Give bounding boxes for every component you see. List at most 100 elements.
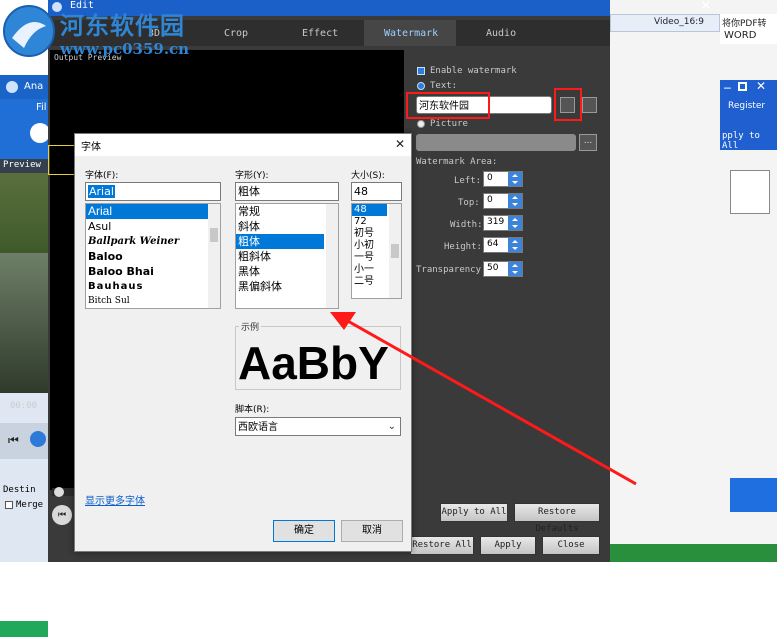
restore-all-button[interactable]: Restore All xyxy=(410,536,474,555)
style-list-item[interactable]: 黑偏斜体 xyxy=(236,279,338,294)
right-app-word-text: WORD xyxy=(724,30,757,41)
font-list-item[interactable]: Ballpark Weiner xyxy=(86,234,220,249)
cancel-button[interactable]: 取消 xyxy=(341,520,403,542)
left-app-rewind-icon[interactable]: ⏮ xyxy=(8,433,19,448)
size-list-scroll-thumb[interactable] xyxy=(391,244,399,258)
picture-radio[interactable] xyxy=(417,120,425,128)
right-app-minimize-icon[interactable]: ─ xyxy=(724,82,731,95)
width-field-spinner[interactable]: 319 xyxy=(483,215,523,231)
right-app-side-box xyxy=(730,170,770,214)
right-app-apply-all[interactable]: pply to All xyxy=(722,131,777,151)
left-field-spinner[interactable]: 0 xyxy=(483,171,523,187)
font-list-item[interactable]: Baloo Bhai xyxy=(86,264,220,279)
left-app-file-menu[interactable]: Fil xyxy=(36,102,47,113)
font-button-highlight xyxy=(554,88,582,121)
ok-button[interactable]: 确定 xyxy=(273,520,335,542)
style-list-item[interactable]: 粗体 xyxy=(236,234,324,249)
right-app-pdf-text: 将你PDF转 xyxy=(722,19,767,29)
watermark-text-highlight xyxy=(406,92,490,119)
font-list-scrollbar[interactable] xyxy=(208,204,220,308)
site-logo-icon xyxy=(3,5,55,57)
style-input[interactable]: 粗体 xyxy=(235,182,339,201)
transparency-field-spinner[interactable]: 50 xyxy=(483,261,523,277)
sample-label: 示例 xyxy=(239,320,262,333)
enable-watermark-checkbox[interactable] xyxy=(417,67,425,75)
site-logo-name: 河东软件园 xyxy=(60,12,185,40)
left-app-logo-icon xyxy=(6,81,18,93)
tab-audio[interactable]: Audio xyxy=(486,28,516,39)
style-list[interactable]: 常规 斜体 粗体 粗斜体 黑体 黑偏斜体 xyxy=(235,203,339,309)
tab-crop[interactable]: Crop xyxy=(224,28,248,39)
size-input[interactable]: 48 xyxy=(351,182,402,201)
height-field-label: Height: xyxy=(444,242,482,252)
playback-rewind-icon[interactable]: ⏮ xyxy=(52,505,72,525)
watermark-area-label: Watermark Area: xyxy=(416,157,498,167)
style-list-item[interactable]: 黑体 xyxy=(236,264,338,279)
font-dialog-title: 字体 xyxy=(81,142,101,153)
tab-watermark[interactable]: Watermark xyxy=(384,28,438,39)
more-fonts-link[interactable]: 显示更多字体 xyxy=(85,492,145,507)
slider-handle-icon[interactable] xyxy=(54,487,64,497)
left-field-label: Left: xyxy=(454,176,482,186)
picture-radio-label: Picture xyxy=(430,119,468,129)
font-input-value: Arial xyxy=(88,185,115,198)
left-app-preview-image xyxy=(0,173,48,253)
height-field-spinner[interactable]: 64 xyxy=(483,237,523,253)
style-label: 字形(Y): xyxy=(235,171,269,181)
size-list-item[interactable]: 48 xyxy=(352,204,387,216)
font-list-item[interactable]: Asul xyxy=(86,219,220,234)
font-list[interactable]: Arial Asul Ballpark Weiner Baloo Baloo B… xyxy=(85,203,221,309)
right-app-blue-button[interactable] xyxy=(730,478,777,512)
close-button[interactable]: Close xyxy=(542,536,600,555)
top-field-spinner[interactable]: 0 xyxy=(483,193,523,209)
left-app-play-icon[interactable] xyxy=(30,431,46,447)
font-dialog-close-icon[interactable]: ✕ xyxy=(395,137,405,151)
text-radio[interactable] xyxy=(417,82,425,90)
font-label: 字体(F): xyxy=(85,171,119,181)
font-input[interactable]: Arial xyxy=(85,182,221,201)
left-field-value: 0 xyxy=(487,173,493,183)
style-input-value: 粗体 xyxy=(238,185,260,198)
left-app-destination: Destin xyxy=(3,485,36,495)
script-select-value: 西欧语言 xyxy=(238,422,278,433)
apply-to-all-button[interactable]: Apply to All xyxy=(440,503,508,522)
transparency-field-value: 50 xyxy=(487,263,499,273)
width-field-label: Width: xyxy=(450,220,483,230)
left-app-merge-checkbox[interactable] xyxy=(5,501,13,509)
style-list-item[interactable]: 粗斜体 xyxy=(236,249,338,264)
size-label: 大小(S): xyxy=(351,171,385,181)
picture-browse-button[interactable]: ... xyxy=(579,134,597,151)
left-app-window: Ana Fil Preview 00:00 ⏮ Destin Merge xyxy=(0,75,50,637)
text-radio-label: Text: xyxy=(430,81,458,91)
font-list-item[interactable]: Baloo xyxy=(86,249,220,264)
font-list-scroll-thumb[interactable] xyxy=(210,228,218,242)
font-list-item[interactable]: Bauhaus xyxy=(86,279,220,294)
site-logo: 河东软件园 www.pc0359.cn xyxy=(0,0,200,64)
restore-defaults-button[interactable]: Restore Defaults xyxy=(514,503,600,534)
site-logo-url: www.pc0359.cn xyxy=(60,40,190,58)
size-list[interactable]: 48 72 初号 小初 一号 小一 二号 xyxy=(351,203,402,299)
left-app-bottom-green xyxy=(0,621,48,637)
style-list-item[interactable]: 常规 xyxy=(236,204,338,219)
height-field-value: 64 xyxy=(487,239,499,249)
width-field-value: 319 xyxy=(487,217,505,227)
font-list-item[interactable]: Bitch Sul xyxy=(86,294,220,308)
edit-window-close-icon[interactable]: ✕ xyxy=(700,0,712,14)
sample-box: AaBbY xyxy=(235,326,401,390)
left-app-time: 00:00 xyxy=(10,401,38,411)
right-app-maximize-icon[interactable] xyxy=(738,82,747,91)
color-button[interactable] xyxy=(582,97,597,113)
top-field-label: Top: xyxy=(458,198,480,208)
style-list-item[interactable]: 斜体 xyxy=(236,219,338,234)
right-app-register[interactable]: Register xyxy=(728,101,765,111)
font-list-item[interactable]: Arial xyxy=(86,204,208,219)
tab-effect[interactable]: Effect xyxy=(302,28,338,39)
transparency-field-label: Transparency: xyxy=(416,265,487,275)
watermark-bounding-box[interactable] xyxy=(48,145,75,175)
right-app-tab-text[interactable]: Video_16:9 xyxy=(654,17,704,27)
apply-button[interactable]: Apply xyxy=(480,536,536,555)
right-app-close-icon[interactable]: ✕ xyxy=(756,79,766,93)
script-select[interactable]: 西欧语言 ⌄ xyxy=(235,417,401,436)
picture-path-input[interactable] xyxy=(416,134,576,151)
style-list-scrollbar[interactable] xyxy=(326,204,338,308)
